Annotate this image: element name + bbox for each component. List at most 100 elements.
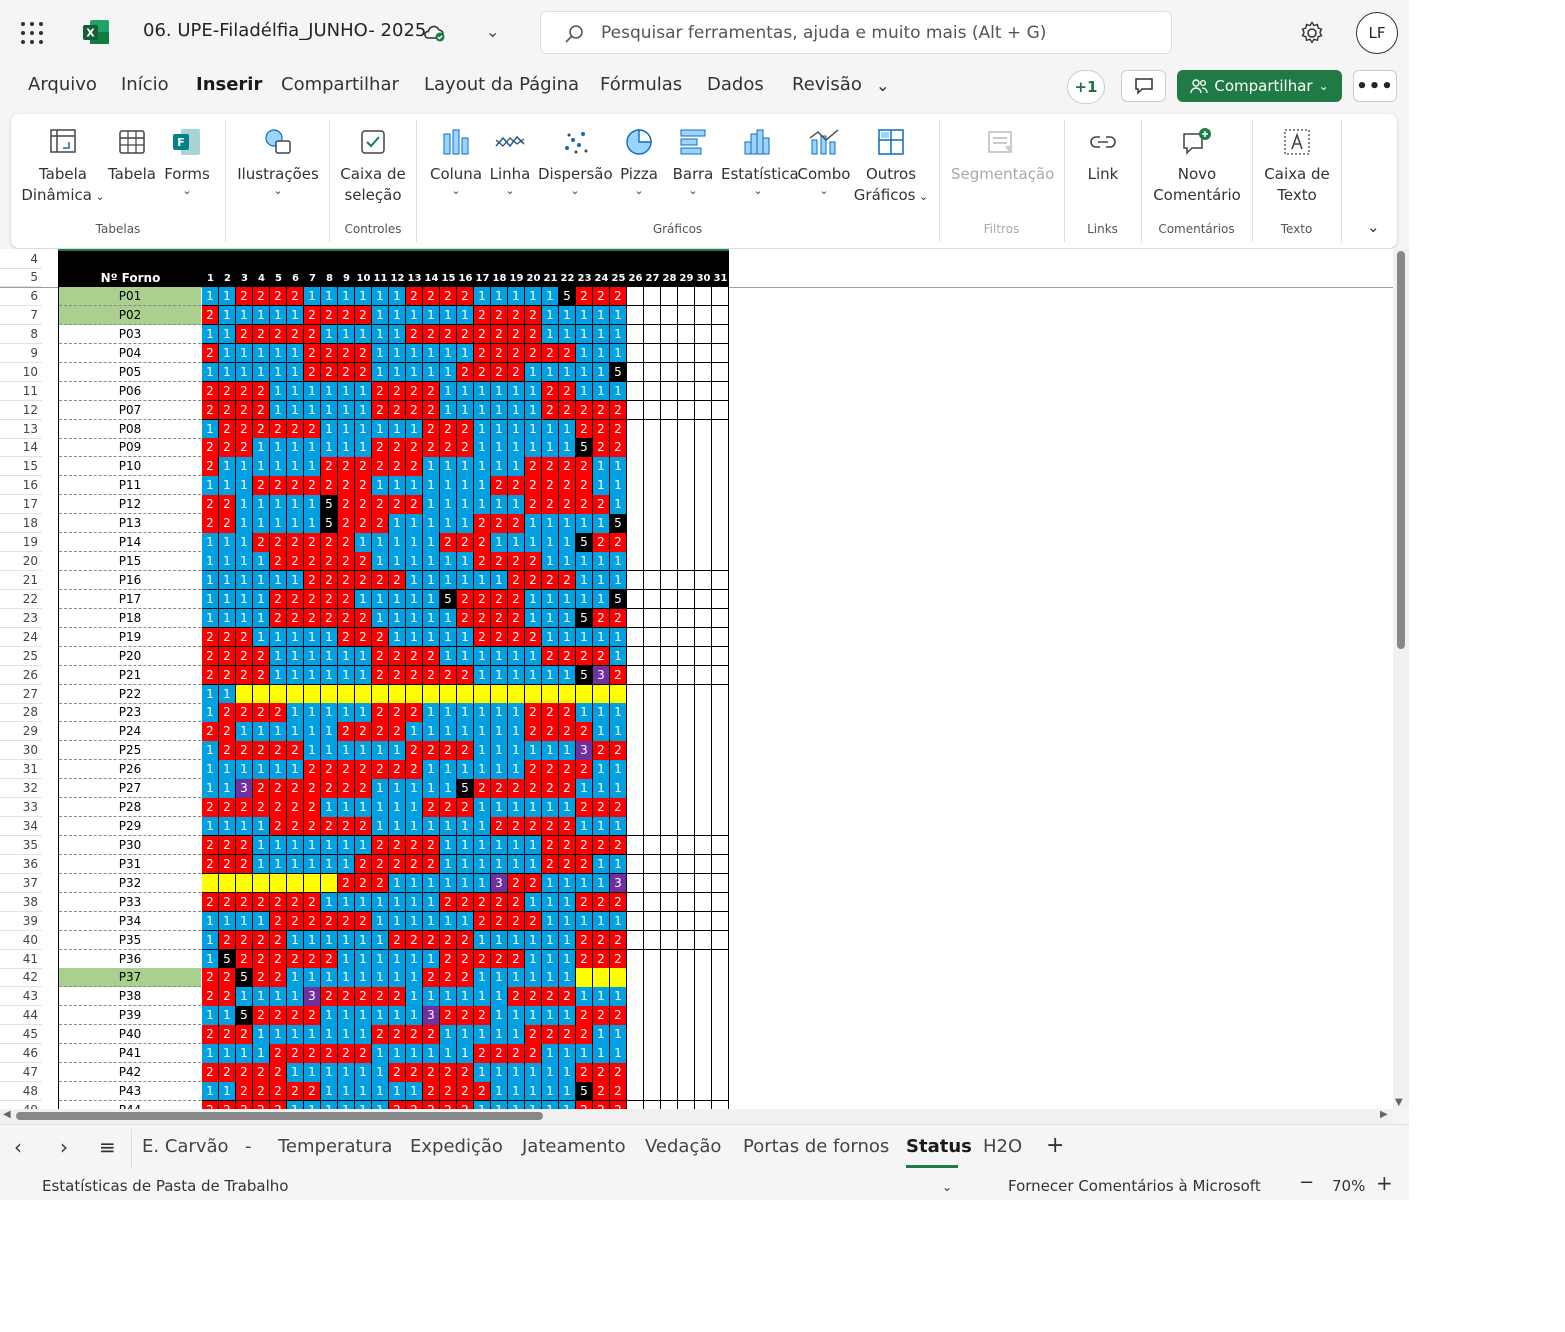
status-cell[interactable]: 1 xyxy=(338,892,355,913)
row-header[interactable]: 17 xyxy=(0,497,42,511)
status-cell[interactable]: 1 xyxy=(423,949,440,969)
status-cell[interactable]: 2 xyxy=(219,798,236,818)
row-header[interactable]: 46 xyxy=(0,1046,42,1060)
status-cell[interactable] xyxy=(695,381,712,402)
status-cell[interactable] xyxy=(712,343,729,364)
status-cell[interactable]: 1 xyxy=(219,552,236,572)
status-cell[interactable]: 4 xyxy=(542,684,559,704)
status-cell[interactable] xyxy=(661,495,678,515)
status-cell[interactable] xyxy=(661,570,678,591)
status-cell[interactable]: 1 xyxy=(304,854,321,875)
status-cell[interactable] xyxy=(661,305,678,326)
status-cell[interactable]: 1 xyxy=(321,646,338,667)
status-cell[interactable]: 2 xyxy=(542,476,559,496)
status-cell[interactable]: 2 xyxy=(491,362,508,383)
status-cell[interactable]: 2 xyxy=(321,911,338,932)
status-cell[interactable]: 2 xyxy=(287,1044,304,1064)
status-cell[interactable]: 2 xyxy=(508,608,525,629)
status-cell[interactable] xyxy=(678,741,695,761)
status-cell[interactable]: 1 xyxy=(559,911,576,932)
status-cell[interactable]: 2 xyxy=(576,892,593,913)
status-cell[interactable]: 2 xyxy=(457,438,474,458)
oven-name-cell[interactable]: P03 xyxy=(59,325,201,344)
status-cell[interactable] xyxy=(712,798,729,818)
status-cell[interactable]: 1 xyxy=(355,1100,372,1109)
status-cell[interactable]: 1 xyxy=(491,457,508,477)
status-cell[interactable]: 1 xyxy=(576,589,593,610)
status-cell[interactable] xyxy=(627,1063,644,1083)
status-cell[interactable]: 1 xyxy=(389,287,406,307)
status-cell[interactable]: 2 xyxy=(593,287,610,307)
status-cell[interactable]: 2 xyxy=(321,608,338,629)
status-cell[interactable]: 1 xyxy=(304,741,321,761)
status-cell[interactable]: 2 xyxy=(491,1044,508,1064)
status-cell[interactable]: 1 xyxy=(236,457,253,477)
status-cell[interactable] xyxy=(695,362,712,383)
status-cell[interactable]: 2 xyxy=(202,646,219,667)
status-cell[interactable]: 1 xyxy=(372,343,389,364)
status-cell[interactable]: 2 xyxy=(525,570,542,591)
status-cell[interactable]: 2 xyxy=(270,911,287,932)
status-cell[interactable]: 5 xyxy=(576,533,593,553)
status-cell[interactable]: 2 xyxy=(202,381,219,402)
status-cell[interactable]: 2 xyxy=(219,741,236,761)
gear-icon[interactable] xyxy=(1299,20,1325,46)
status-cell[interactable]: 1 xyxy=(474,741,491,761)
status-cell[interactable]: 1 xyxy=(542,589,559,610)
status-cell[interactable]: 2 xyxy=(474,1044,491,1064)
menu-inicio[interactable]: Início xyxy=(121,74,169,95)
status-cell[interactable]: 1 xyxy=(559,741,576,761)
status-cell[interactable]: 1 xyxy=(338,1082,355,1102)
status-cell[interactable] xyxy=(644,968,661,988)
status-cell[interactable]: 1 xyxy=(593,324,610,345)
status-cell[interactable]: 1 xyxy=(593,381,610,402)
status-cell[interactable]: 1 xyxy=(440,854,457,875)
status-cell[interactable]: 2 xyxy=(338,608,355,629)
status-cell[interactable] xyxy=(678,287,695,307)
status-cell[interactable]: 2 xyxy=(508,873,525,894)
status-cell[interactable]: 1 xyxy=(508,798,525,818)
status-cell[interactable]: 1 xyxy=(253,835,270,856)
status-cell[interactable]: 1 xyxy=(389,514,406,534)
status-cell[interactable]: 2 xyxy=(593,892,610,913)
status-cell[interactable]: 2 xyxy=(321,570,338,591)
status-cell[interactable] xyxy=(712,1044,729,1064)
oven-name-cell[interactable]: P05 xyxy=(59,363,201,382)
oven-name-cell[interactable]: P09 xyxy=(59,438,201,458)
status-cell[interactable]: 1 xyxy=(457,381,474,402)
status-cell[interactable] xyxy=(644,400,661,420)
status-cell[interactable]: 2 xyxy=(406,457,423,477)
status-cell[interactable] xyxy=(712,1025,729,1045)
status-cell[interactable]: 1 xyxy=(287,381,304,402)
status-cell[interactable]: 1 xyxy=(593,854,610,875)
status-cell[interactable]: 2 xyxy=(440,798,457,818)
status-cell[interactable] xyxy=(712,684,729,704)
chevron-down-icon[interactable]: ⌄ xyxy=(876,76,889,95)
oven-name-cell[interactable]: P34 xyxy=(59,912,201,931)
status-cell[interactable]: 4 xyxy=(236,684,253,704)
status-cell[interactable] xyxy=(644,324,661,345)
status-cell[interactable]: 2 xyxy=(491,305,508,326)
status-cell[interactable]: 1 xyxy=(559,362,576,383)
status-cell[interactable]: 2 xyxy=(219,1025,236,1045)
status-cell[interactable]: 2 xyxy=(406,381,423,402)
oven-name-cell[interactable]: P08 xyxy=(59,420,201,439)
status-cell[interactable]: 2 xyxy=(440,930,457,951)
status-cell[interactable] xyxy=(661,476,678,496)
status-cell[interactable]: 1 xyxy=(593,779,610,799)
row-header[interactable]: 20 xyxy=(0,554,42,568)
status-cell[interactable] xyxy=(627,1100,644,1109)
status-cell[interactable]: 1 xyxy=(202,930,219,951)
oven-name-cell[interactable]: P31 xyxy=(59,855,201,874)
status-cell[interactable]: 2 xyxy=(457,930,474,951)
status-cell[interactable]: 1 xyxy=(508,438,525,458)
status-cell[interactable]: 1 xyxy=(270,305,287,326)
status-cell[interactable] xyxy=(661,457,678,477)
row-header[interactable]: 33 xyxy=(0,800,42,814)
status-cell[interactable]: 1 xyxy=(542,968,559,988)
status-cell[interactable]: 1 xyxy=(202,779,219,799)
oven-name-cell[interactable]: P10 xyxy=(59,457,201,477)
status-cell[interactable]: 1 xyxy=(372,911,389,932)
status-cell[interactable]: 1 xyxy=(593,722,610,742)
status-cell[interactable]: 1 xyxy=(253,495,270,515)
